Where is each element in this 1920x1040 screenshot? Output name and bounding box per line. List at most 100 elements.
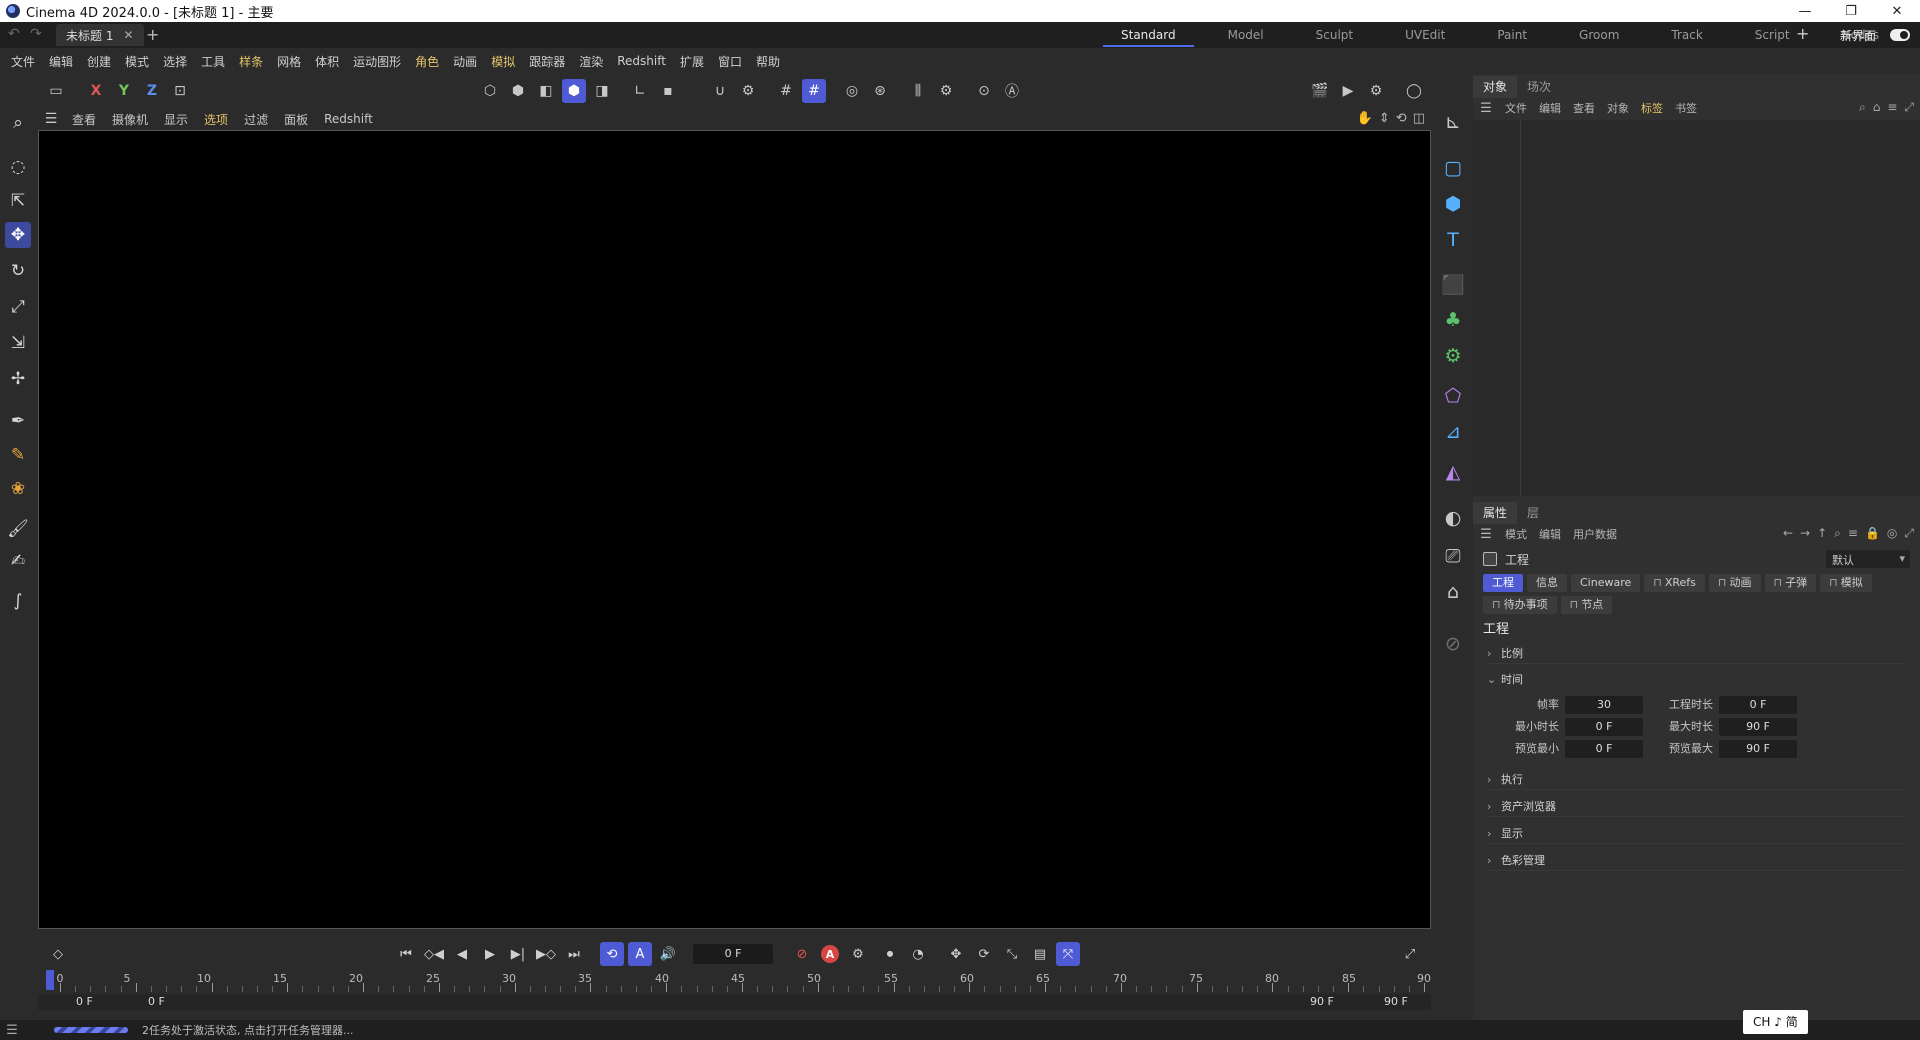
spline-pen-icon[interactable]: ✒	[5, 408, 31, 434]
lock-icon[interactable]: 🔒	[1865, 526, 1880, 541]
viewport-menu-view[interactable]: 查看	[64, 111, 104, 128]
model-mode-icon[interactable]: ▭	[44, 79, 68, 103]
text-icon[interactable]: T	[1439, 226, 1467, 254]
next-key-icon[interactable]: ▶◇	[534, 942, 558, 966]
z-axis-lock-button[interactable]: Z	[140, 79, 164, 103]
key-lock-icon[interactable]: ⏺	[878, 942, 902, 966]
sound-icon[interactable]: 🔊	[656, 942, 680, 966]
move-tool-icon[interactable]: ✥	[5, 222, 31, 248]
fps-field[interactable]: 30	[1565, 696, 1643, 714]
menu-edit[interactable]: 编辑	[42, 53, 80, 70]
objects-menu-file[interactable]: 文件	[1499, 100, 1533, 116]
start-frame-field[interactable]: 0 F	[76, 994, 93, 1010]
section-display[interactable]: › 显示	[1487, 824, 1907, 844]
section-color-management[interactable]: › 色彩管理	[1487, 851, 1907, 871]
layout-standard[interactable]: Standard	[1095, 22, 1202, 48]
rotate-tool-icon[interactable]: ↻	[5, 258, 31, 284]
key-scale-icon[interactable]: ⤡	[1000, 942, 1024, 966]
dolly-icon[interactable]: ⇕	[1379, 111, 1390, 126]
workplane-icon[interactable]: #	[774, 79, 798, 103]
attributes-menu-userdata[interactable]: 用户数据	[1567, 526, 1623, 542]
objects-menu-icon[interactable]: ☰	[1473, 101, 1499, 116]
menu-redshift[interactable]: Redshift	[610, 54, 673, 68]
project-length-field[interactable]: 0 F	[1719, 696, 1797, 714]
section-asset-browser[interactable]: › 资产浏览器	[1487, 797, 1907, 817]
viewport-menu-filter[interactable]: 过滤	[236, 111, 276, 128]
attr-tab-cineware[interactable]: Cineware	[1571, 574, 1641, 592]
objects-list[interactable]	[1473, 120, 1920, 496]
environment-icon[interactable]: ◐	[1439, 504, 1467, 532]
key-rotation-icon[interactable]: ⟳	[972, 942, 996, 966]
points-mode-icon[interactable]: ⬡	[478, 79, 502, 103]
layout-uvedit[interactable]: UVEdit	[1379, 22, 1471, 48]
key-record-pla-icon[interactable]: ◔	[906, 942, 930, 966]
maximize-button[interactable]: ❐	[1828, 0, 1874, 22]
polygons-mode-icon[interactable]: ◧	[534, 79, 558, 103]
view-layout-icon[interactable]: ⊾	[1439, 108, 1467, 136]
task-progress-bar[interactable]	[54, 1027, 128, 1033]
menu-mesh[interactable]: 网格	[270, 53, 308, 70]
layout-sculpt[interactable]: Sculpt	[1290, 22, 1379, 48]
close-tab-icon[interactable]: ✕	[123, 28, 133, 42]
viewport-menu-display[interactable]: 显示	[156, 111, 196, 128]
go-to-start-icon[interactable]: ⏮	[394, 942, 418, 966]
placement-tool-icon[interactable]: ✢	[5, 366, 31, 392]
paint-brush-icon[interactable]: 🖌	[5, 516, 31, 542]
viewport-menu-options[interactable]: 选项	[196, 111, 236, 128]
section-time[interactable]: ⌄ 时间	[1487, 670, 1907, 690]
edges-mode-icon[interactable]: ⬢	[506, 79, 530, 103]
attr-tab-project[interactable]: 工程	[1483, 574, 1523, 592]
solo-mode-icon[interactable]: ▪	[656, 79, 680, 103]
attr-tab-bullet[interactable]: ⊓ 子弹	[1764, 574, 1817, 592]
subdivision-icon[interactable]: ⬛	[1439, 270, 1467, 298]
preview-end-field[interactable]: 90 F	[1310, 994, 1334, 1010]
preview-start-field[interactable]: 0 F	[148, 994, 165, 1010]
coordinate-system-icon[interactable]: ⊡	[168, 79, 192, 103]
key-point-level-icon[interactable]: ⤧	[1056, 942, 1080, 966]
key-parameter-icon[interactable]: ▤	[1028, 942, 1052, 966]
expand-icon[interactable]: ⤢	[1904, 100, 1914, 115]
search-icon[interactable]: ⌕	[1834, 526, 1841, 541]
tab-layers[interactable]: 层	[1517, 502, 1549, 524]
menu-extensions[interactable]: 扩展	[673, 53, 711, 70]
status-menu-icon[interactable]: ☰	[0, 1023, 24, 1038]
attr-tab-nodes[interactable]: ⊓ 节点	[1560, 596, 1613, 614]
previous-key-icon[interactable]: ◇◀	[422, 942, 446, 966]
field-icon[interactable]: ◭	[1439, 458, 1467, 486]
menu-select[interactable]: 选择	[156, 53, 194, 70]
up-arrow-icon[interactable]: ↑	[1817, 526, 1827, 541]
current-frame-field[interactable]: 0 F	[693, 944, 773, 964]
max-time-field[interactable]: 90 F	[1719, 718, 1797, 736]
light-icon[interactable]: ⌂	[1439, 578, 1467, 606]
preview-min-field[interactable]: 0 F	[1565, 740, 1643, 758]
add-layout-icon[interactable]: +	[1796, 24, 1809, 43]
snap-magnet-icon[interactable]: ∪	[708, 79, 732, 103]
viewport-menu-redshift[interactable]: Redshift	[316, 112, 381, 126]
spline-rectangle-icon[interactable]: ▢	[1439, 154, 1467, 182]
menu-mograph[interactable]: 运动图形	[346, 53, 408, 70]
render-region-icon[interactable]: ◎	[840, 79, 864, 103]
orbit-icon[interactable]: ⟲	[1396, 111, 1407, 126]
snap-settings-icon[interactable]: ⚙	[736, 79, 760, 103]
minimize-button[interactable]: —	[1782, 0, 1828, 22]
edit-render-settings-icon[interactable]: ⚙	[1364, 79, 1388, 103]
menu-volume[interactable]: 体积	[308, 53, 346, 70]
render-view-icon[interactable]: 🎬	[1308, 79, 1332, 103]
cube-icon[interactable]: ⬢	[1439, 190, 1467, 218]
attributes-menu-icon[interactable]: ☰	[1473, 527, 1499, 542]
spline-sketch-icon[interactable]: ✎	[5, 442, 31, 468]
layout-model[interactable]: Model	[1202, 22, 1290, 48]
timeline-graph-icon[interactable]: ⤢	[1398, 942, 1422, 966]
menu-simulate[interactable]: 模拟	[484, 53, 522, 70]
ime-indicator[interactable]: CH ♪ 简	[1743, 1010, 1808, 1034]
undo-icon[interactable]: ↶	[8, 26, 20, 42]
back-arrow-icon[interactable]: ←	[1783, 526, 1793, 541]
magnet-brush-icon[interactable]: ✍	[5, 548, 31, 574]
deformer-icon[interactable]: ⬠	[1439, 382, 1467, 410]
camera-icon[interactable]: ⎚	[1439, 542, 1467, 570]
attr-tab-animation[interactable]: ⊓ 动画	[1708, 574, 1761, 592]
forward-arrow-icon[interactable]: →	[1800, 526, 1810, 541]
attr-tab-info[interactable]: 信息	[1527, 574, 1567, 592]
menu-render[interactable]: 渲染	[572, 53, 610, 70]
play-icon[interactable]: ▶	[478, 942, 502, 966]
